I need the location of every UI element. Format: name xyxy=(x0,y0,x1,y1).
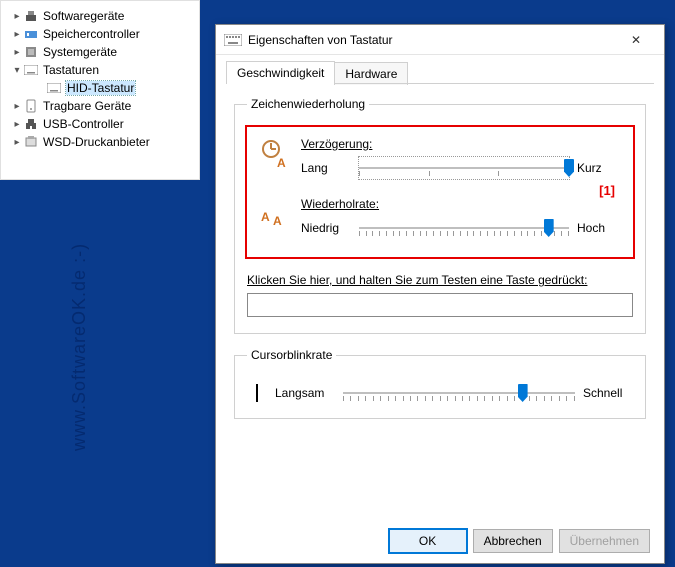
tree-item-label: HID-Tastatur xyxy=(66,81,135,95)
tree-item-child[interactable]: HID-Tastatur xyxy=(1,79,199,97)
tab-content: Zeichenwiederholung [1] A Verzögerung: L… xyxy=(216,85,664,431)
device-category-icon xyxy=(23,117,39,131)
keyboard-properties-dialog: Eigenschaften von Tastatur ✕ Geschwindig… xyxy=(215,24,665,564)
tree-item[interactable]: ▸ Tragbare Geräte xyxy=(1,97,199,115)
repeat-delay-block: A Verzögerung: Lang Ku xyxy=(259,137,621,179)
keyboard-icon xyxy=(224,34,242,46)
tree-item-label: Systemgeräte xyxy=(43,45,117,59)
dialog-title-bar[interactable]: Eigenschaften von Tastatur ✕ xyxy=(216,25,664,55)
chevron-right-icon[interactable]: ▸ xyxy=(11,101,23,112)
close-button[interactable]: ✕ xyxy=(616,25,656,55)
chevron-down-icon[interactable]: ▾ xyxy=(11,65,23,76)
repeat-rate-block: AA Wiederholrate: Niedrig xyxy=(259,197,621,239)
svg-text:A: A xyxy=(273,214,282,228)
cursor-blink-group: Cursorblinkrate Langsam Schnell xyxy=(234,348,646,419)
tree-item-label: WSD-Druckanbieter xyxy=(43,135,150,149)
tree-item[interactable]: ▸ WSD-Druckanbieter xyxy=(1,133,199,151)
chevron-right-icon[interactable]: ▸ xyxy=(11,29,23,40)
repeat-delay-slider[interactable] xyxy=(359,157,569,179)
repeat-rate-min-label: Niedrig xyxy=(301,221,351,235)
apply-button[interactable]: Übernehmen xyxy=(559,529,650,553)
svg-text:A: A xyxy=(277,156,286,169)
tree-item-label: Tastaturen xyxy=(43,63,99,77)
repeat-test-label: Klicken Sie hier, und halten Sie zum Tes… xyxy=(247,273,633,287)
cursor-blink-legend: Cursorblinkrate xyxy=(247,348,336,362)
chevron-right-icon[interactable]: ▸ xyxy=(11,11,23,22)
cancel-button[interactable]: Abbrechen xyxy=(473,529,553,553)
tree-item-label: USB-Controller xyxy=(43,117,124,131)
tree-item-label: Softwaregeräte xyxy=(43,9,124,23)
cursor-blink-max-label: Schnell xyxy=(583,386,633,400)
annotation-box-1: [1] A Verzögerung: Lang xyxy=(245,125,635,259)
cursor-caret-icon xyxy=(247,384,267,402)
cursor-blink-min-label: Langsam xyxy=(275,386,335,400)
cursor-blink-slider[interactable] xyxy=(343,382,575,404)
device-category-icon xyxy=(23,99,39,113)
repeat-delay-max-label: Kurz xyxy=(577,161,621,175)
chevron-right-icon[interactable]: ▸ xyxy=(11,137,23,148)
repeat-delay-min-label: Lang xyxy=(301,161,351,175)
repeat-rate-max-label: Hoch xyxy=(577,221,621,235)
svg-text:A: A xyxy=(261,210,270,224)
watermark-text: www.SoftwareOK.de :-) xyxy=(69,243,90,451)
chevron-right-icon[interactable]: ▸ xyxy=(11,47,23,58)
tree-item[interactable]: ▸ Systemgeräte xyxy=(1,43,199,61)
tree-item[interactable]: ▸ USB-Controller xyxy=(1,115,199,133)
device-tree-panel: ▸ Softwaregeräte ▸ Speichercontroller ▸ Syste… xyxy=(0,0,200,180)
device-category-icon xyxy=(23,45,39,59)
tab-hardware[interactable]: Hardware xyxy=(334,62,408,85)
repeat-delay-icon: A xyxy=(259,137,293,171)
close-icon: ✕ xyxy=(631,33,641,47)
device-category-icon xyxy=(23,135,39,149)
ok-button[interactable]: OK xyxy=(389,529,467,553)
tree-item[interactable]: ▸ Speichercontroller xyxy=(1,25,199,43)
repeat-rate-label: Wiederholrate: xyxy=(301,197,621,211)
repeat-rate-icon: AA xyxy=(259,197,293,231)
dialog-title: Eigenschaften von Tastatur xyxy=(248,33,616,47)
device-category-icon xyxy=(23,27,39,41)
chevron-right-icon[interactable]: ▸ xyxy=(11,119,23,130)
char-repeat-group: Zeichenwiederholung [1] A Verzögerung: L… xyxy=(234,97,646,334)
tree-item[interactable]: ▸ Softwaregeräte xyxy=(1,7,199,25)
tree-item[interactable]: ▾ Tastaturen xyxy=(1,61,199,79)
dialog-button-bar: OK Abbrechen Übernehmen xyxy=(389,529,650,553)
tab-geschwindigkeit[interactable]: Geschwindigkeit xyxy=(226,61,335,84)
char-repeat-legend: Zeichenwiederholung xyxy=(247,97,369,111)
repeat-rate-slider[interactable] xyxy=(359,217,569,239)
tree-item-label: Speichercontroller xyxy=(43,27,140,41)
keyboard-icon xyxy=(46,81,62,95)
repeat-test-input[interactable] xyxy=(247,293,633,317)
tree-item-label: Tragbare Geräte xyxy=(43,99,131,113)
device-category-icon xyxy=(23,9,39,23)
annotation-label: [1] xyxy=(599,183,615,198)
repeat-delay-label: Verzögerung: xyxy=(301,137,621,151)
tabs-bar: GeschwindigkeitHardware xyxy=(216,55,664,84)
device-category-icon xyxy=(23,63,39,77)
